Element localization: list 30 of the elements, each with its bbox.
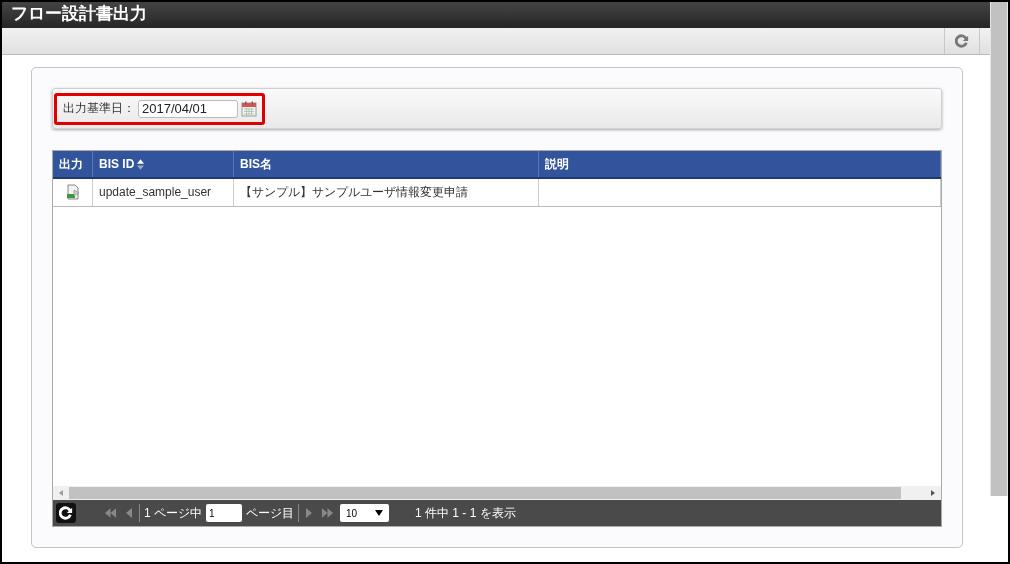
last-page-icon[interactable] — [321, 508, 334, 518]
scroll-right-icon[interactable] — [931, 490, 935, 496]
date-field[interactable]: 2017/04/01 — [138, 99, 238, 118]
window-title: フロー設計書出力 — [2, 2, 990, 28]
scroll-left-icon[interactable] — [59, 490, 63, 496]
column-header: 説明 — [538, 151, 941, 178]
caret-icon — [375, 510, 383, 516]
column-header: 出力 — [53, 151, 93, 178]
refresh-icon — [59, 506, 73, 520]
horizontal-scrollbar[interactable] — [53, 486, 941, 500]
calendar-icon[interactable] — [241, 100, 257, 117]
page-size-dropdown[interactable]: 10 — [340, 504, 389, 522]
refresh-button[interactable] — [56, 503, 76, 523]
page-count-text: 1 ページ中 — [144, 504, 202, 522]
scrollbar[interactable] — [990, 2, 1008, 496]
refresh-icon — [955, 34, 969, 48]
download-icon[interactable] — [64, 184, 81, 201]
column-header: BIS名 — [233, 151, 539, 178]
table-cell: update_sample_user — [92, 178, 234, 206]
page-field[interactable]: 1 — [206, 504, 242, 522]
next-page-icon[interactable] — [305, 508, 313, 518]
first-page-icon[interactable] — [104, 508, 117, 518]
table-cell: 【サンプル】サンプルユーザ情報変更申請 — [233, 178, 539, 206]
page-label: ページ目 — [246, 504, 294, 522]
sort-icon[interactable] — [137, 159, 145, 171]
column-header[interactable]: BIS ID — [92, 151, 234, 178]
previous-page-icon[interactable] — [125, 508, 133, 518]
field-label: 出力基準日： — [63, 100, 135, 117]
record-count-text: 1 件中 1 - 1 を表示 — [415, 504, 516, 522]
scrollbar-thumb[interactable] — [69, 487, 901, 499]
